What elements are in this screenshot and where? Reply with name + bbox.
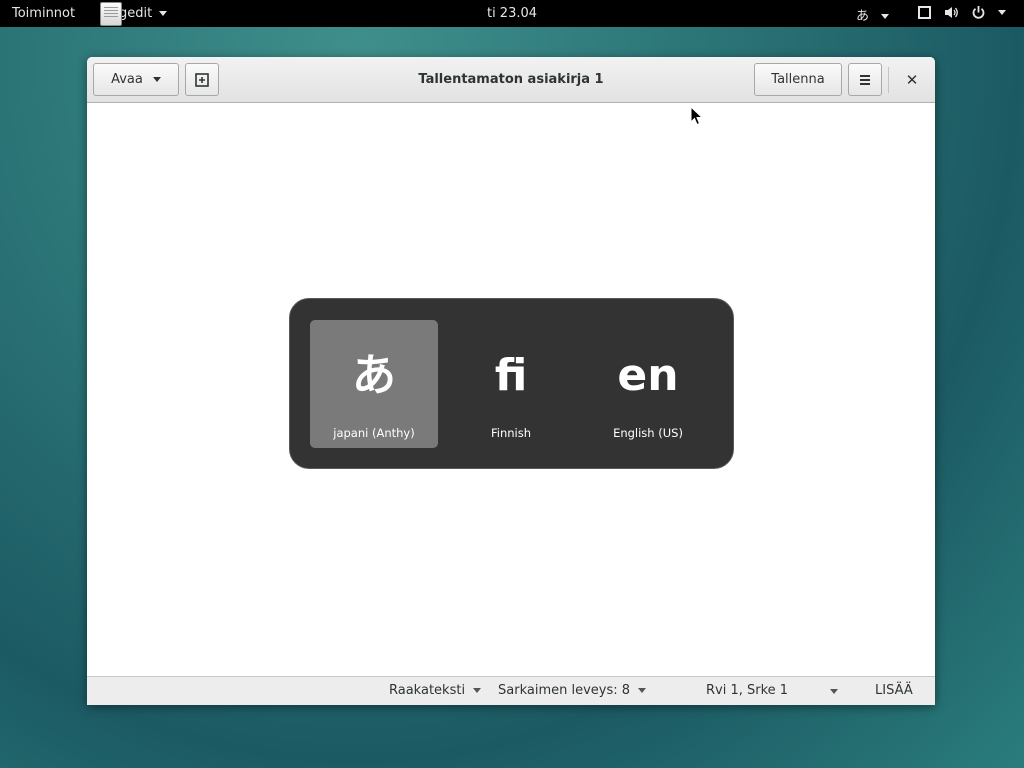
- chevron-down-icon: [473, 688, 482, 693]
- open-button[interactable]: Avaa: [93, 63, 179, 96]
- power-icon: [972, 6, 985, 19]
- input-source-glyph: en: [617, 350, 679, 401]
- tab-width-label: Sarkaimen leveys: 8: [498, 683, 631, 698]
- activities-button[interactable]: Toiminnot: [12, 6, 75, 21]
- hamburger-menu-button[interactable]: [848, 63, 882, 96]
- header-bar: Avaa Tallentamaton asiakirja 1 Tallenna …: [87, 57, 935, 103]
- window-title: Tallentamaton asiakirja 1: [418, 72, 604, 87]
- input-method-indicator[interactable]: あ: [856, 5, 890, 24]
- clock[interactable]: ti 23.04: [487, 6, 537, 21]
- chevron-down-icon: [638, 688, 647, 693]
- cursor-position[interactable]: Rvi 1, Srke 1: [706, 683, 788, 698]
- open-button-label: Avaa: [111, 72, 143, 87]
- chevron-down-icon: [152, 77, 161, 82]
- chevron-down-icon: [159, 11, 168, 16]
- insert-mode-label: LISÄÄ: [875, 683, 913, 698]
- chevron-down-icon[interactable]: [830, 689, 838, 694]
- save-button[interactable]: Tallenna: [754, 63, 842, 96]
- system-menu[interactable]: [917, 5, 1006, 20]
- gedit-app-icon: [100, 1, 122, 26]
- new-tab-button[interactable]: [185, 63, 219, 96]
- top-bar: Toiminnot gedit ti 23.04 あ: [0, 0, 1024, 27]
- input-source-switcher: あ japani (Anthy) fi Finnish en English (…: [289, 298, 734, 469]
- volume-icon: [945, 7, 958, 18]
- new-document-icon: [195, 72, 209, 87]
- cursor-position-label: Rvi 1, Srke 1: [706, 683, 789, 698]
- close-button[interactable]: ✕: [897, 63, 927, 96]
- input-source-label: English (US): [613, 426, 683, 440]
- input-source-glyph: あ: [352, 350, 396, 401]
- input-source-glyph: fi: [494, 350, 528, 401]
- mouse-pointer-icon: [690, 106, 704, 126]
- app-menu[interactable]: gedit: [100, 0, 168, 27]
- input-method-label: あ: [856, 9, 870, 24]
- chevron-down-icon: [998, 10, 1006, 15]
- status-bar: Raakateksti Sarkaimen leveys: 8 Rvi 1, S…: [87, 676, 935, 705]
- insert-mode: LISÄÄ: [875, 683, 913, 698]
- input-source-label: Finnish: [490, 426, 532, 440]
- language-label: Raakateksti: [389, 683, 466, 698]
- window-icon: [918, 6, 931, 19]
- input-source-label: japani (Anthy): [333, 426, 415, 440]
- app-name: gedit: [119, 6, 153, 21]
- input-source-finnish[interactable]: fi Finnish: [447, 320, 575, 448]
- chevron-down-icon: [881, 14, 890, 19]
- language-selector[interactable]: Raakateksti: [389, 683, 482, 698]
- tab-width-selector[interactable]: Sarkaimen leveys: 8: [498, 683, 647, 698]
- input-source-english[interactable]: en English (US): [584, 320, 712, 448]
- input-source-japanese[interactable]: あ japani (Anthy): [310, 320, 438, 448]
- close-icon: ✕: [905, 70, 919, 89]
- hamburger-icon: [860, 74, 870, 85]
- header-separator: [888, 67, 889, 93]
